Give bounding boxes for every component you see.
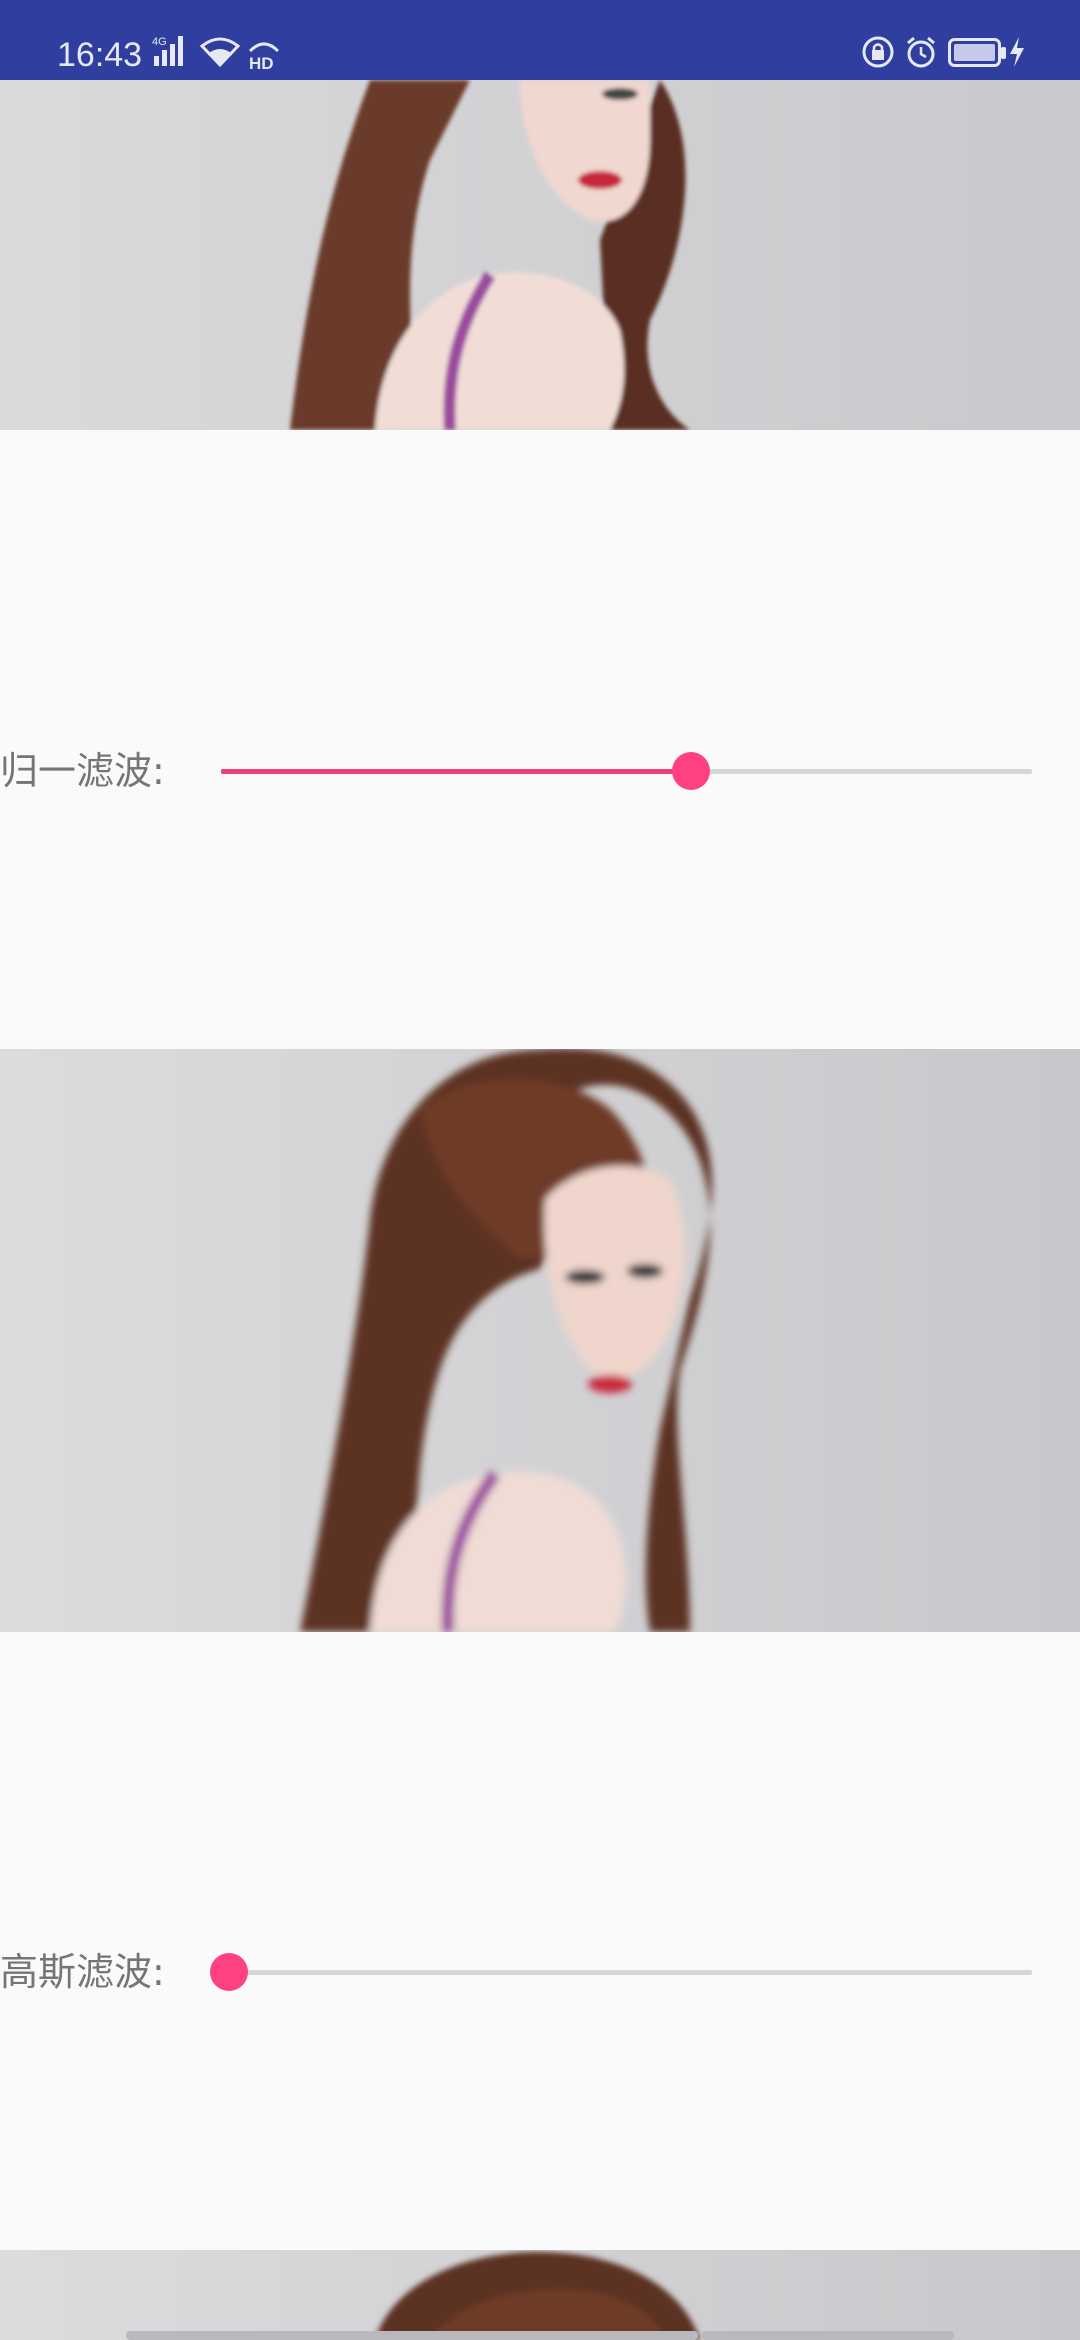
battery-icon xyxy=(948,38,1008,68)
gaussian-filter-label: 高斯滤波: xyxy=(0,1950,165,1994)
seekbar-progress xyxy=(221,769,691,774)
hd-icon: HD xyxy=(246,35,282,71)
seekbar-thumb[interactable] xyxy=(672,752,710,790)
status-bar: 16:43 4G HD xyxy=(0,0,1080,80)
alarm-icon xyxy=(904,35,938,69)
filtered-photo-middle xyxy=(0,1049,1080,1632)
screen-lock-rotation-icon xyxy=(861,35,895,69)
box-filter-seekbar[interactable] xyxy=(221,741,1032,801)
box-filter-row: 归一滤波: xyxy=(0,741,1080,801)
filtered-photo-top xyxy=(0,80,1080,430)
app-screen: 16:43 4G HD 归一滤波: 高斯滤波: xyxy=(0,0,1080,2340)
box-filter-label: 归一滤波: xyxy=(0,749,165,793)
gaussian-filter-row: 高斯滤波: xyxy=(0,1942,1080,2002)
hd-label: HD xyxy=(249,54,274,71)
network-type-label: 4G xyxy=(152,36,167,48)
scroll-indicator-secondary xyxy=(702,2331,954,2340)
filtered-photo-bottom xyxy=(0,2250,1080,2340)
scroll-indicator xyxy=(126,2331,698,2340)
seekbar-track xyxy=(221,1970,1032,1975)
seekbar-thumb[interactable] xyxy=(210,1953,248,1991)
wifi-icon xyxy=(199,35,241,69)
charging-icon xyxy=(1008,36,1026,68)
gaussian-filter-seekbar[interactable] xyxy=(210,1942,1032,2002)
signal-icon: 4G xyxy=(152,34,192,70)
status-time: 16:43 xyxy=(57,36,143,74)
